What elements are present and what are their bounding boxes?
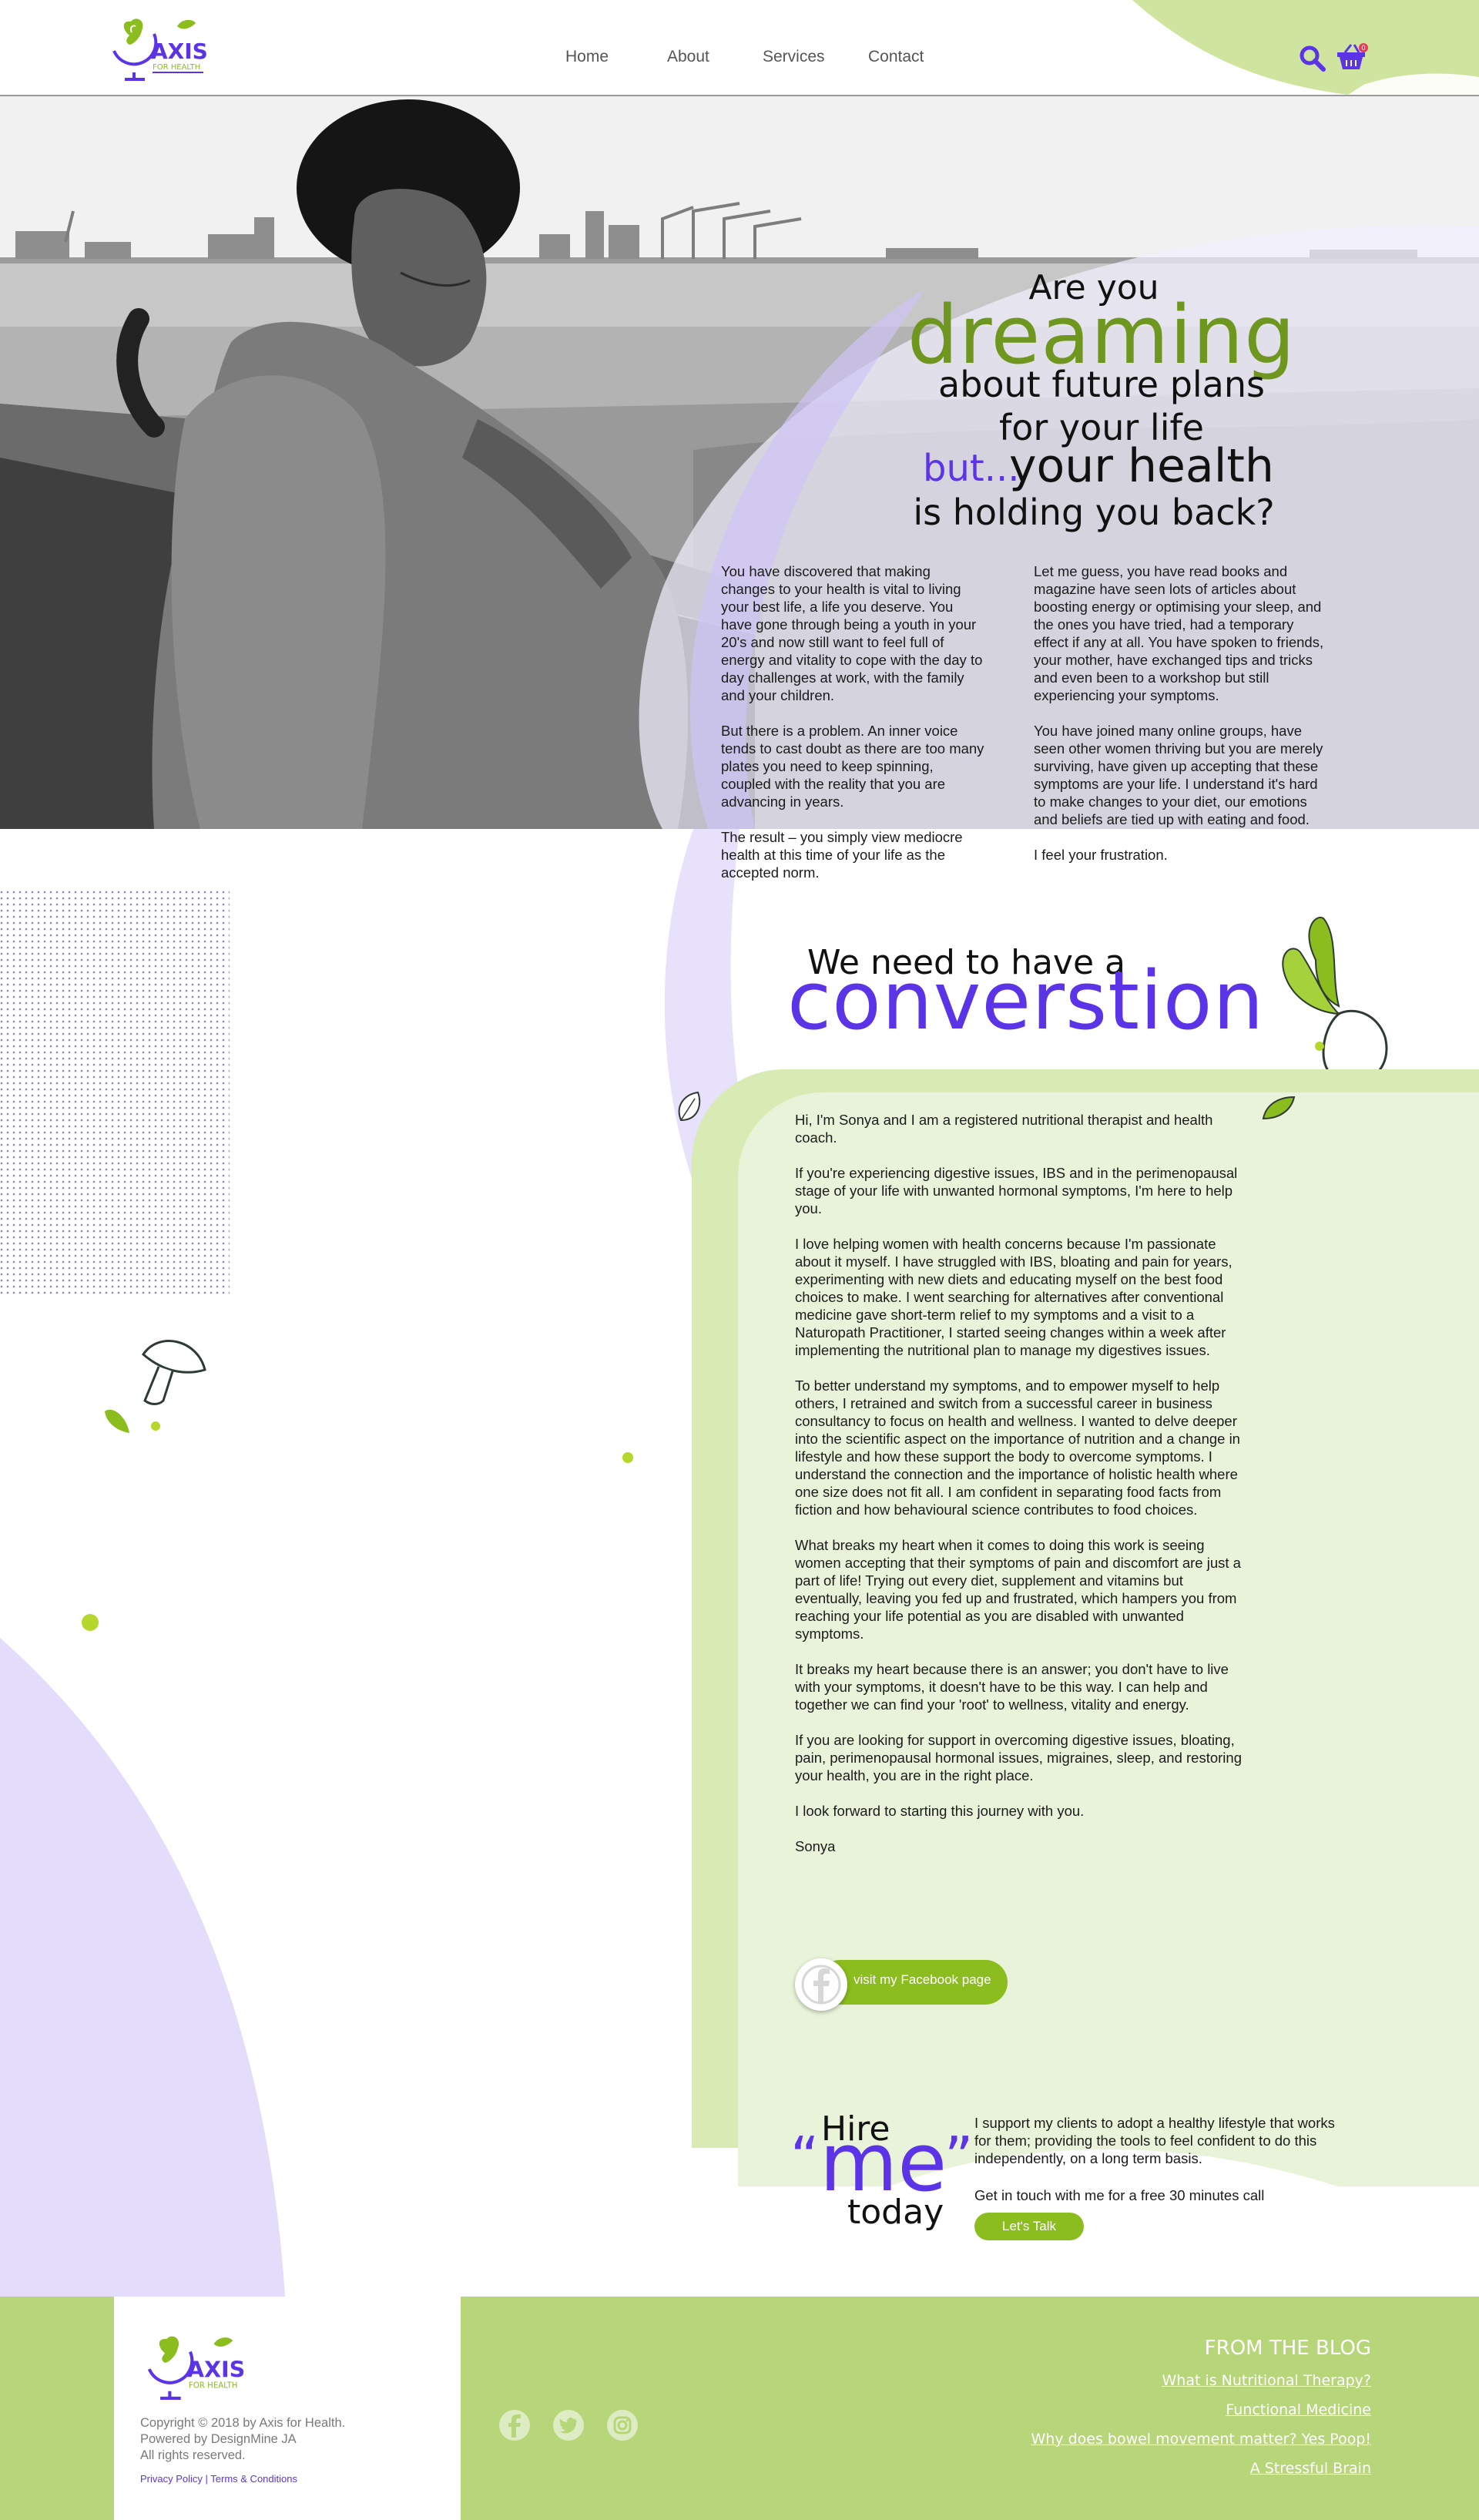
footer-facebook-button[interactable]	[499, 2410, 530, 2441]
hero-text-col-2: Let me guess, you have read books and ma…	[1034, 562, 1330, 881]
blog-link[interactable]: What is Nutritional Therapy?	[1162, 2372, 1371, 2389]
hero-line-your-health: your health	[1009, 439, 1274, 493]
about-paragraph: If you are looking for support in overco…	[795, 1732, 1242, 1783]
about-text: Hi, I'm Sonya and I am a registered nutr…	[795, 1111, 1249, 1873]
about-paragraph: To better understand my symptoms, and to…	[795, 1377, 1240, 1518]
conversation-heading-line2: converstion	[787, 954, 1265, 1048]
hire-open-quote: “	[790, 2125, 820, 2189]
twitter-icon	[559, 2418, 577, 2434]
axis-logo[interactable]: AXIS FOR HEALTH	[106, 12, 206, 82]
leaf-outline-icon	[678, 1091, 701, 1122]
about-paragraph: I love helping women with health concern…	[795, 1236, 1232, 1358]
footer-privacy-terms-link[interactable]: Privacy Policy | Terms & Conditions	[140, 2473, 297, 2485]
footer-logo-name: AXIS	[187, 2356, 245, 2382]
nav-contact[interactable]: Contact	[868, 48, 924, 66]
lets-talk-button[interactable]: Let's Talk	[974, 2213, 1084, 2240]
hire-description: I support my clients to adopt a healthy …	[974, 2115, 1335, 2166]
footer-blog-title: FROM THE BLOG	[1204, 2337, 1371, 2360]
facebook-page-button[interactable]: visit my Facebook page	[795, 1958, 1008, 2011]
logo-tagline: FOR HEALTH	[153, 63, 200, 72]
blog-link[interactable]: Why does bowel movement matter? Yes Poop…	[1031, 2431, 1371, 2448]
hero-col1-para: But there is a problem. An inner voice t…	[721, 723, 984, 810]
footer-rights: All rights reserved.	[140, 2448, 246, 2462]
footer-axis-logo[interactable]: AXIS FOR HEALTH	[139, 2330, 246, 2401]
about-paragraph: I look forward to starting this journey …	[795, 1803, 1085, 1819]
logo-name: AXIS	[151, 39, 206, 64]
footer-twitter-button[interactable]	[553, 2410, 584, 2441]
hero-text-col-1: You have discovered that making changes …	[721, 562, 986, 899]
nav-home[interactable]: Home	[565, 48, 609, 66]
about-signature: Sonya	[795, 1838, 836, 1854]
nav-about[interactable]: About	[667, 48, 709, 66]
footer-instagram-button[interactable]	[607, 2410, 638, 2441]
about-paragraph: Hi, I'm Sonya and I am a registered nutr…	[795, 1112, 1213, 1146]
hire-word-today: today	[847, 2193, 944, 2232]
blog-link[interactable]: A Stressful Brain	[1250, 2460, 1371, 2477]
hero-col2-para: You have joined many online groups, have…	[1034, 723, 1323, 827]
site-header: AXIS FOR HEALTH Home About Services Cont…	[0, 0, 1479, 96]
hire-cta-text: Get in touch with me for a free 30 minut…	[974, 2187, 1265, 2203]
about-paragraph: It breaks my heart because there is an a…	[795, 1661, 1229, 1713]
hero-col1-para: You have discovered that making changes …	[721, 563, 983, 703]
cart-count-badge: 0	[1359, 43, 1368, 52]
hero-line-future-plans: about future plans	[938, 364, 1265, 405]
facebook-icon	[801, 1965, 841, 2005]
header-swoosh-decoration	[1132, 0, 1479, 95]
facebook-button-circle	[795, 1958, 847, 2011]
facebook-icon	[508, 2414, 521, 2438]
hero-col2-para: Let me guess, you have read books and ma…	[1034, 563, 1324, 703]
about-paragraph: If you're experiencing digestive issues,…	[795, 1165, 1238, 1216]
footer-powered-by: Powered by DesignMine JA	[140, 2432, 297, 2446]
leaf-green-icon	[1262, 1096, 1296, 1120]
mushroom-illustration	[105, 1340, 206, 1433]
hire-close-quote: ”	[944, 2125, 974, 2189]
hero-line-but: but...	[923, 447, 1020, 490]
hero-col2-para: I feel your frustration.	[1034, 847, 1168, 863]
search-icon[interactable]	[1299, 45, 1326, 72]
facebook-button-label: visit my Facebook page	[854, 1972, 991, 1987]
nav-services[interactable]: Services	[763, 48, 825, 66]
hero-col1-para: The result – you simply view mediocre he…	[721, 829, 963, 881]
radish-illustration	[1282, 916, 1388, 1096]
about-paragraph: What breaks my heart when it comes to do…	[795, 1537, 1241, 1642]
hero-line-holding-back: is holding you back?	[913, 492, 1275, 533]
footer-logo-tagline: FOR HEALTH	[189, 2382, 238, 2391]
footer-copyright: Copyright © 2018 by Axis for Health.	[140, 2416, 346, 2430]
blog-link[interactable]: Functional Medicine	[1226, 2401, 1371, 2418]
instagram-icon	[613, 2416, 632, 2434]
cart-button[interactable]: 0	[1336, 42, 1370, 72]
